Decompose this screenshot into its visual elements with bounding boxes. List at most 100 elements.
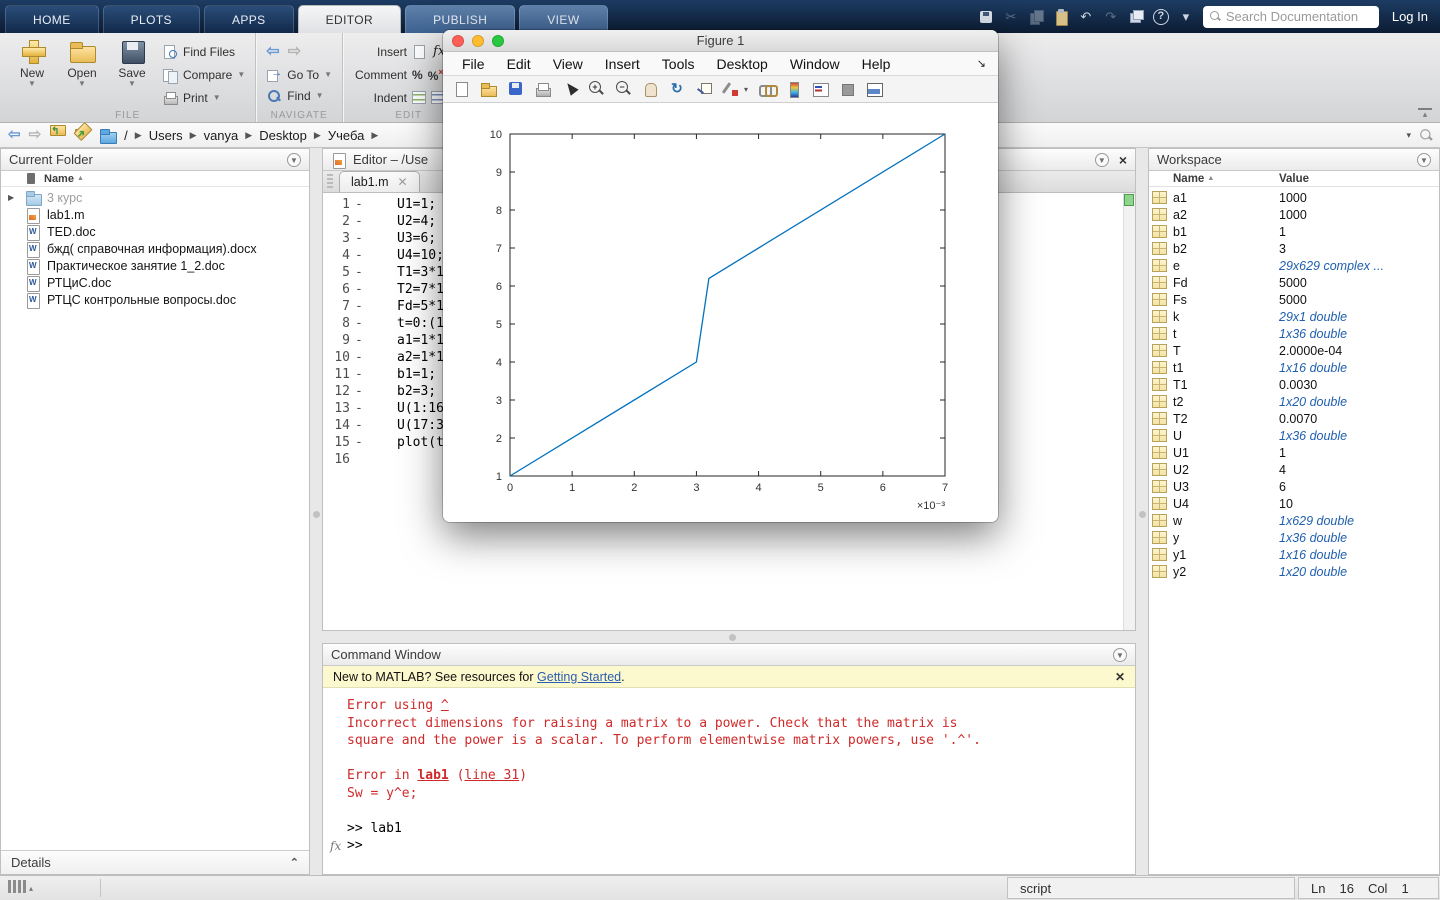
workspace-name-column[interactable]: Name ▲ <box>1149 173 1279 185</box>
panel-menu-icon[interactable]: ▼ <box>287 153 301 167</box>
editor-close-icon[interactable]: × <box>1119 153 1127 167</box>
figure-menu-desktop[interactable]: Desktop <box>705 56 778 72</box>
data-cursor-icon[interactable] <box>696 81 713 97</box>
figure-titlebar[interactable]: Figure 1 <box>443 30 998 52</box>
find-button[interactable]: Find▼ <box>266 85 332 106</box>
center-splitter[interactable] <box>322 631 1136 643</box>
toolstrip-tab-apps[interactable]: APPS <box>204 5 294 33</box>
show-plot-tools-icon[interactable] <box>866 81 883 97</box>
workspace-row[interactable]: T10.0030 <box>1149 376 1439 393</box>
workspace-row[interactable]: Fd5000 <box>1149 274 1439 291</box>
file-item[interactable]: Практическое занятие 1_2.doc <box>1 257 309 274</box>
brush-icon[interactable] <box>723 81 740 97</box>
workspace-row[interactable]: U36 <box>1149 478 1439 495</box>
file-item[interactable]: ▶3 курс <box>1 189 309 206</box>
toolstrip-tab-plots[interactable]: PLOTS <box>103 5 200 33</box>
link-plot-icon[interactable] <box>758 81 775 97</box>
minimize-window-icon[interactable] <box>472 35 484 47</box>
figure-menu-file[interactable]: File <box>451 56 496 72</box>
layout-toggle-icon[interactable]: ▴ <box>8 880 33 893</box>
breadcrumb-segment-0[interactable]: / <box>124 128 128 143</box>
file-item[interactable]: lab1.m <box>1 206 309 223</box>
insert-colorbar-icon[interactable] <box>785 81 802 97</box>
save-icon[interactable] <box>978 9 994 25</box>
workspace-row[interactable]: t11x16 double <box>1149 359 1439 376</box>
workspace-row[interactable]: U11 <box>1149 444 1439 461</box>
workspace-row[interactable]: T20.0070 <box>1149 410 1439 427</box>
uncomment-icon[interactable]: % <box>428 67 444 83</box>
save-button[interactable]: Save▼ <box>110 38 154 108</box>
zoom-window-icon[interactable] <box>492 35 504 47</box>
close-window-icon[interactable] <box>452 35 464 47</box>
hide-plot-tools-icon[interactable] <box>839 81 856 97</box>
details-bar[interactable]: Details ⌃ <box>1 850 309 874</box>
browse-folder-icon[interactable] <box>74 128 91 143</box>
switch-window-icon[interactable] <box>1128 9 1144 25</box>
rotate-3d-icon[interactable] <box>669 81 686 97</box>
workspace-row[interactable]: U410 <box>1149 495 1439 512</box>
expand-folder-icon[interactable]: ▶ <box>8 193 14 202</box>
getting-started-link[interactable]: Getting Started <box>537 670 621 684</box>
file-item[interactable]: TED.doc <box>1 223 309 240</box>
login-button[interactable]: Log In <box>1392 9 1428 24</box>
figure-menu-help[interactable]: Help <box>851 56 902 72</box>
collapse-details-icon[interactable]: ⌃ <box>290 856 299 869</box>
open-button[interactable]: Open▼ <box>60 38 104 108</box>
new-button[interactable]: New▼ <box>10 38 54 108</box>
compare-button[interactable]: Compare▼ <box>162 64 245 85</box>
path-back-icon[interactable]: ⇦ <box>8 127 21 143</box>
print-button[interactable]: Print▼ <box>162 87 245 108</box>
name-column-header[interactable]: Name ▲ <box>1 171 309 187</box>
path-dropdown-icon[interactable]: ▾ <box>1406 130 1411 141</box>
workspace-row[interactable]: b23 <box>1149 240 1439 257</box>
figure-menu-window[interactable]: Window <box>779 56 851 72</box>
command-window-menu-icon[interactable]: ▼ <box>1113 648 1127 662</box>
insert-section-icon[interactable] <box>412 44 428 59</box>
file-item[interactable]: РТЦиС.doc <box>1 274 309 291</box>
close-tab-icon[interactable]: ✕ <box>398 175 408 189</box>
workspace-row[interactable]: a21000 <box>1149 206 1439 223</box>
smart-indent-icon[interactable] <box>412 91 426 104</box>
banner-close-icon[interactable]: ✕ <box>1115 670 1125 684</box>
workspace-row[interactable]: T2.0000e-04 <box>1149 342 1439 359</box>
toolstrip-tab-editor[interactable]: EDITOR <box>298 5 402 33</box>
zoom-in-icon[interactable] <box>588 81 605 97</box>
caret-down-icon[interactable]: ▾ <box>744 85 748 94</box>
collapse-ribbon-icon[interactable]: ▴ <box>1418 108 1432 118</box>
breadcrumb-segment-1[interactable]: Users <box>149 128 183 143</box>
console-output[interactable]: Error using ^Incorrect dimensions for ra… <box>323 688 1135 874</box>
figure-plot-area[interactable]: 0123456712345678910×10⁻³ <box>443 103 998 522</box>
left-splitter[interactable] <box>310 148 322 875</box>
back-arrow-icon[interactable]: ⇦ <box>266 44 279 60</box>
go-to-button[interactable]: Go To▼ <box>266 64 332 85</box>
up-one-level-icon[interactable] <box>49 128 66 143</box>
breadcrumb-segment-4[interactable]: Учеба <box>328 128 365 143</box>
breadcrumb-segment-3[interactable]: Desktop <box>259 128 307 143</box>
figure-menu-insert[interactable]: Insert <box>594 56 651 72</box>
undo-icon[interactable]: ↶ <box>1078 9 1094 25</box>
paste-icon[interactable] <box>1053 9 1069 25</box>
path-forward-icon[interactable]: ⇨ <box>29 127 42 143</box>
workspace-row[interactable]: U1x36 double <box>1149 427 1439 444</box>
editor-panel-menu-icon[interactable]: ▼ <box>1095 153 1109 167</box>
workspace-row[interactable]: y1x36 double <box>1149 529 1439 546</box>
find-files-button[interactable]: Find Files <box>162 41 245 62</box>
toolstrip-tab-home[interactable]: HOME <box>5 5 99 33</box>
workspace-row[interactable]: y11x16 double <box>1149 546 1439 563</box>
right-splitter[interactable] <box>1136 148 1148 875</box>
workspace-row[interactable]: k29x1 double <box>1149 308 1439 325</box>
workspace-value-column[interactable]: Value <box>1279 173 1309 185</box>
insert-legend-icon[interactable] <box>812 81 829 97</box>
workspace-menu-icon[interactable]: ▼ <box>1417 153 1431 167</box>
save-figure-icon[interactable] <box>507 81 524 97</box>
toolstrip-tab-view[interactable]: VIEW <box>519 5 607 33</box>
forward-arrow-icon[interactable]: ⇨ <box>288 44 301 60</box>
file-item[interactable]: бжд( справочная информация).docx <box>1 240 309 257</box>
help-icon[interactable]: ? <box>1153 9 1169 25</box>
workspace-row[interactable]: t21x20 double <box>1149 393 1439 410</box>
file-item[interactable]: РТЦС контрольные вопросы.doc <box>1 291 309 308</box>
figure-menu-edit[interactable]: Edit <box>496 56 542 72</box>
workspace-row[interactable]: b11 <box>1149 223 1439 240</box>
toolstrip-tab-publish[interactable]: PUBLISH <box>405 5 515 33</box>
pan-icon[interactable] <box>642 81 659 97</box>
